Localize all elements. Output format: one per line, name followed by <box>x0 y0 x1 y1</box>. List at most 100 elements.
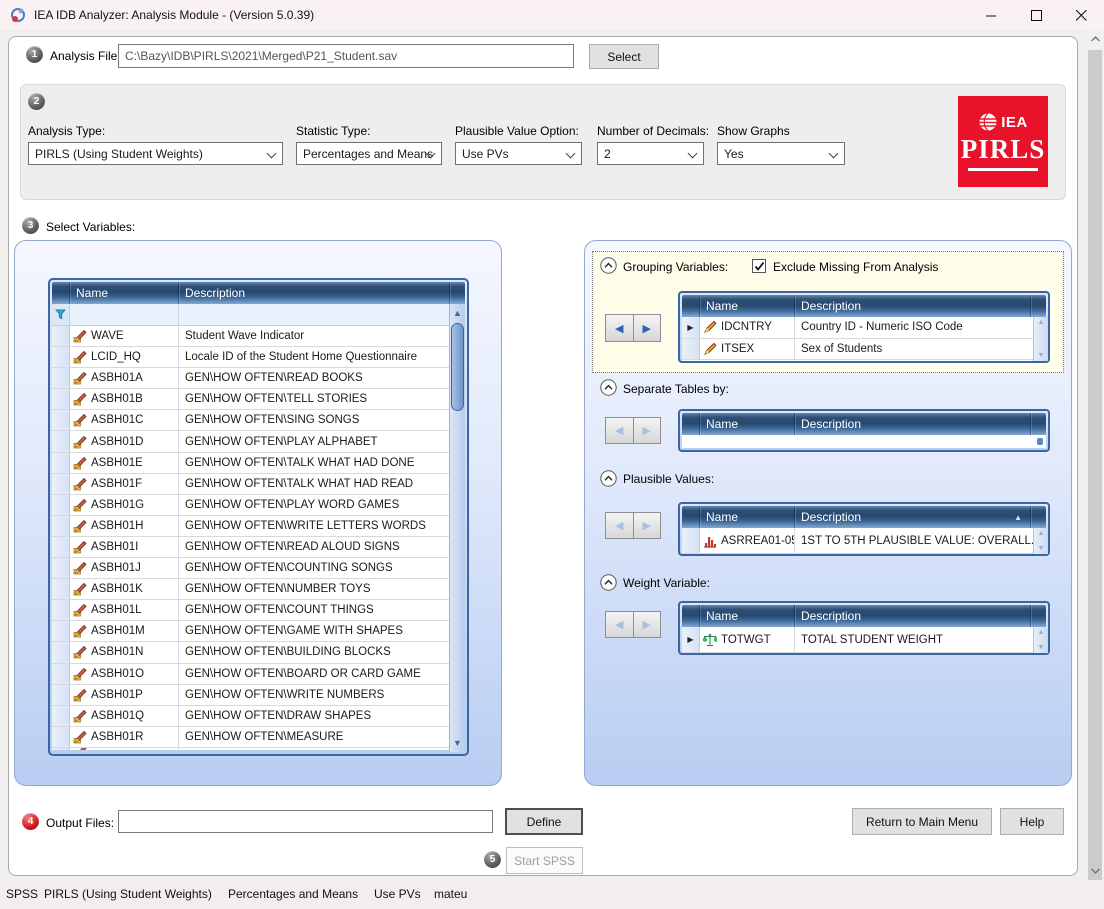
row-selector[interactable] <box>52 600 70 620</box>
move-left-button[interactable]: ◀ <box>605 611 634 638</box>
table-row[interactable]: ASBH01QGEN\HOW OFTEN\DRAW SHAPES <box>52 706 465 727</box>
description-column-header[interactable]: Description ▲ <box>795 506 1031 528</box>
name-column-header[interactable]: Name <box>700 605 795 627</box>
description-column-header[interactable]: Description <box>795 295 1031 317</box>
table-row[interactable]: ASRREA01-051ST TO 5TH PLAUSIBLE VALUE: O… <box>682 528 1046 554</box>
move-right-button[interactable]: ▶ <box>634 417 662 444</box>
row-selector[interactable] <box>52 431 70 451</box>
row-selector[interactable] <box>52 706 70 726</box>
row-selector[interactable] <box>52 453 70 473</box>
row-selector[interactable]: ▶ <box>682 317 700 338</box>
row-selector[interactable] <box>682 528 700 553</box>
scroll-thumb[interactable] <box>1088 50 1102 882</box>
decimals-combo[interactable]: 2 <box>597 142 704 165</box>
maximize-button[interactable] <box>1014 0 1059 30</box>
table-row[interactable]: ASBH01AGEN\HOW OFTEN\READ BOOKS <box>52 368 465 389</box>
row-selector[interactable] <box>52 537 70 557</box>
collapse-weight-icon[interactable] <box>600 574 617 591</box>
name-column-header[interactable]: Name <box>70 282 179 304</box>
row-selector[interactable] <box>682 339 700 360</box>
table-row[interactable]: ▶TOTWGTTOTAL STUDENT WEIGHT <box>682 627 1046 653</box>
weight-table-scrollbar[interactable]: ▲▼ <box>1033 627 1048 653</box>
scroll-up-icon[interactable]: ▲ <box>450 305 465 321</box>
minimize-button[interactable] <box>969 0 1014 30</box>
separate-move-buttons: ◀ ▶ <box>605 417 661 444</box>
scroll-thumb[interactable] <box>451 323 464 411</box>
table-row[interactable]: ASBH01RGEN\HOW OFTEN\MEASURE <box>52 727 465 748</box>
description-column-header[interactable]: Description <box>795 605 1031 627</box>
variable-icon <box>73 413 88 427</box>
filter-row[interactable] <box>52 304 465 326</box>
table-row[interactable]: ASBH01PGEN\HOW OFTEN\WRITE NUMBERS <box>52 685 465 706</box>
table-row[interactable]: ASBH01BGEN\HOW OFTEN\TELL STORIES <box>52 389 465 410</box>
row-selector[interactable] <box>52 368 70 388</box>
scroll-down-icon[interactable] <box>1086 862 1104 880</box>
grouping-table-scrollbar[interactable]: ▲▼ <box>1033 317 1048 361</box>
row-selector[interactable] <box>52 727 70 747</box>
row-selector[interactable] <box>52 558 70 578</box>
collapse-grouping-icon[interactable] <box>600 257 617 274</box>
table-row[interactable]: ASBH01IGEN\HOW OFTEN\READ ALOUD SIGNS <box>52 537 465 558</box>
row-selector[interactable] <box>52 685 70 705</box>
window-scrollbar[interactable] <box>1086 30 1104 880</box>
description-column-header[interactable]: Description <box>179 282 450 304</box>
row-selector[interactable] <box>52 642 70 662</box>
move-right-button[interactable]: ▶ <box>634 611 662 638</box>
return-to-main-menu-button[interactable]: Return to Main Menu <box>852 808 992 835</box>
scroll-down-icon[interactable]: ▼ <box>450 735 465 751</box>
name-column-header[interactable]: Name <box>700 413 795 435</box>
row-selector[interactable] <box>52 347 70 367</box>
select-file-button[interactable]: Select <box>589 44 659 69</box>
table-row[interactable]: ASBH01HGEN\HOW OFTEN\WRITE LETTERS WORDS <box>52 516 465 537</box>
description-column-header[interactable]: Description <box>795 413 1031 435</box>
table-row[interactable]: ASBH01MGEN\HOW OFTEN\GAME WITH SHAPES <box>52 621 465 642</box>
name-column-header[interactable]: Name <box>700 506 795 528</box>
table-row[interactable]: ASBH01NGEN\HOW OFTEN\BUILDING BLOCKS <box>52 642 465 663</box>
move-right-button[interactable]: ▶ <box>634 512 662 539</box>
move-left-button[interactable]: ◀ <box>605 417 634 444</box>
define-button[interactable]: Define <box>505 808 583 835</box>
pv-option-combo[interactable]: Use PVs <box>455 142 582 165</box>
variables-grid-scrollbar[interactable]: ▲ ▼ <box>449 304 465 752</box>
output-files-input[interactable] <box>118 810 493 833</box>
move-left-button[interactable]: ◀ <box>605 314 634 342</box>
table-row[interactable]: ▶IDCNTRYCountry ID - Numeric ISO Code <box>682 317 1046 339</box>
table-row[interactable]: ASBH01DGEN\HOW OFTEN\PLAY ALPHABET <box>52 431 465 452</box>
row-selector[interactable] <box>52 474 70 494</box>
row-selector[interactable] <box>52 410 70 430</box>
move-right-button[interactable]: ▶ <box>634 314 662 342</box>
move-left-button[interactable]: ◀ <box>605 512 634 539</box>
table-row[interactable]: ASBH01FGEN\HOW OFTEN\TALK WHAT HAD READ <box>52 474 465 495</box>
row-selector[interactable] <box>52 621 70 641</box>
row-selector[interactable] <box>52 516 70 536</box>
plausible-table-scrollbar[interactable]: ▲▼ <box>1033 528 1048 554</box>
row-selector[interactable] <box>52 389 70 409</box>
analysis-type-combo[interactable]: PIRLS (Using Student Weights) <box>28 142 283 165</box>
exclude-missing-checkbox[interactable] <box>752 259 766 273</box>
collapse-separate-icon[interactable] <box>600 379 617 396</box>
table-row[interactable]: ASBH01OGEN\HOW OFTEN\BOARD OR CARD GAME <box>52 664 465 685</box>
close-button[interactable] <box>1059 0 1104 30</box>
scroll-up-icon[interactable] <box>1086 30 1104 48</box>
row-selector[interactable] <box>52 579 70 599</box>
table-row[interactable]: WAVEStudent Wave Indicator <box>52 326 465 347</box>
table-row[interactable]: ASBH01GGEN\HOW OFTEN\PLAY WORD GAMES <box>52 495 465 516</box>
row-selector[interactable]: ▶ <box>682 627 700 652</box>
table-row[interactable]: ASBH01CGEN\HOW OFTEN\SING SONGS <box>52 410 465 431</box>
table-row[interactable]: ASBH01LGEN\HOW OFTEN\COUNT THINGS <box>52 600 465 621</box>
start-spss-button[interactable]: Start SPSS <box>506 847 583 874</box>
table-row[interactable]: ASBH01JGEN\HOW OFTEN\COUNTING SONGS <box>52 558 465 579</box>
collapse-plausible-icon[interactable] <box>600 470 617 487</box>
table-row[interactable]: LCID_HQLocale ID of the Student Home Que… <box>52 347 465 368</box>
help-button[interactable]: Help <box>1000 808 1064 835</box>
name-column-header[interactable]: Name <box>700 295 795 317</box>
table-row[interactable]: ASBH01EGEN\HOW OFTEN\TALK WHAT HAD DONE <box>52 453 465 474</box>
row-selector[interactable] <box>52 664 70 684</box>
table-row[interactable]: ITSEXSex of Students <box>682 339 1046 361</box>
statistic-type-combo[interactable]: Percentages and Means <box>296 142 442 165</box>
show-graphs-combo[interactable]: Yes <box>717 142 845 165</box>
analysis-file-input[interactable] <box>118 44 574 68</box>
row-selector[interactable] <box>52 326 70 346</box>
row-selector[interactable] <box>52 495 70 515</box>
table-row[interactable]: ASBH01KGEN\HOW OFTEN\NUMBER TOYS <box>52 579 465 600</box>
